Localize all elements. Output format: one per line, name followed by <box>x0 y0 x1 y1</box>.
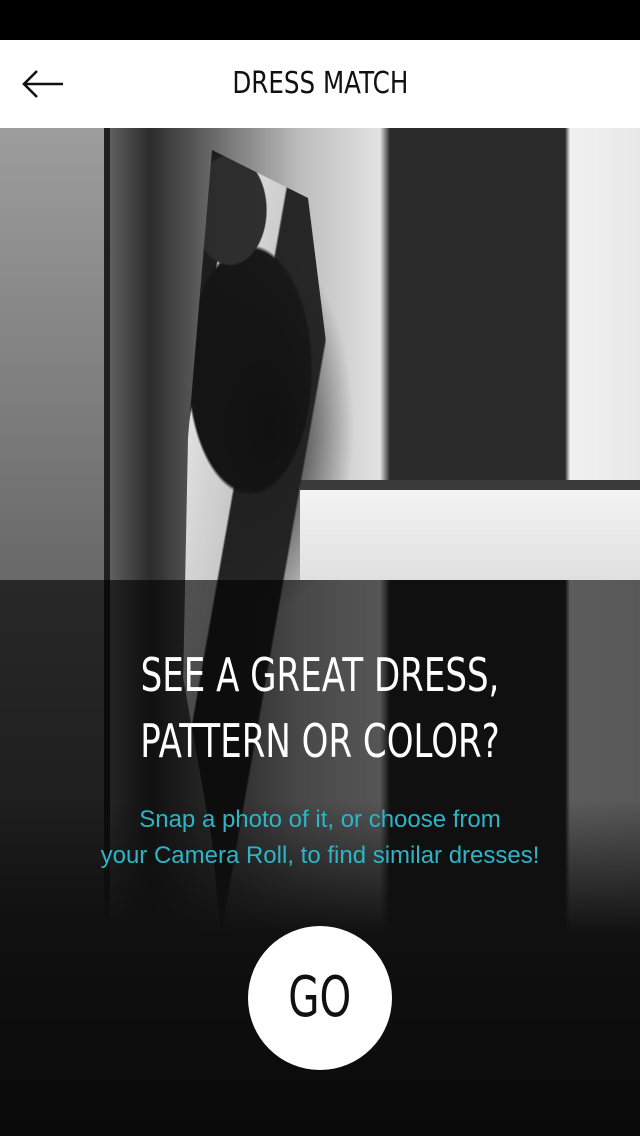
instruction-line-1: Snap a photo of it, or choose from <box>139 806 501 833</box>
page-title: DRESS MATCH <box>231 66 409 101</box>
instruction-line-2: your Camera Roll, to find similar dresse… <box>100 842 540 869</box>
headline-line-2: PATTERN OR COLOR? <box>140 714 500 768</box>
back-button[interactable] <box>18 60 68 108</box>
go-button[interactable]: GO <box>248 926 392 1070</box>
instruction-text: Snap a photo of it, or choose from your … <box>40 802 600 874</box>
navigation-bar: DRESS MATCH <box>0 40 640 128</box>
go-button-label: GO <box>288 965 352 1030</box>
arrow-left-icon <box>22 70 63 98</box>
headline-line-1: SEE A GREAT DRESS, <box>140 648 500 702</box>
status-bar <box>0 0 640 40</box>
headline: SEE A GREAT DRESS, PATTERN OR COLOR? <box>83 642 557 774</box>
dress-match-screen: DRESS MATCH SEE A GREAT DRESS, PATTERN O… <box>0 0 640 1136</box>
